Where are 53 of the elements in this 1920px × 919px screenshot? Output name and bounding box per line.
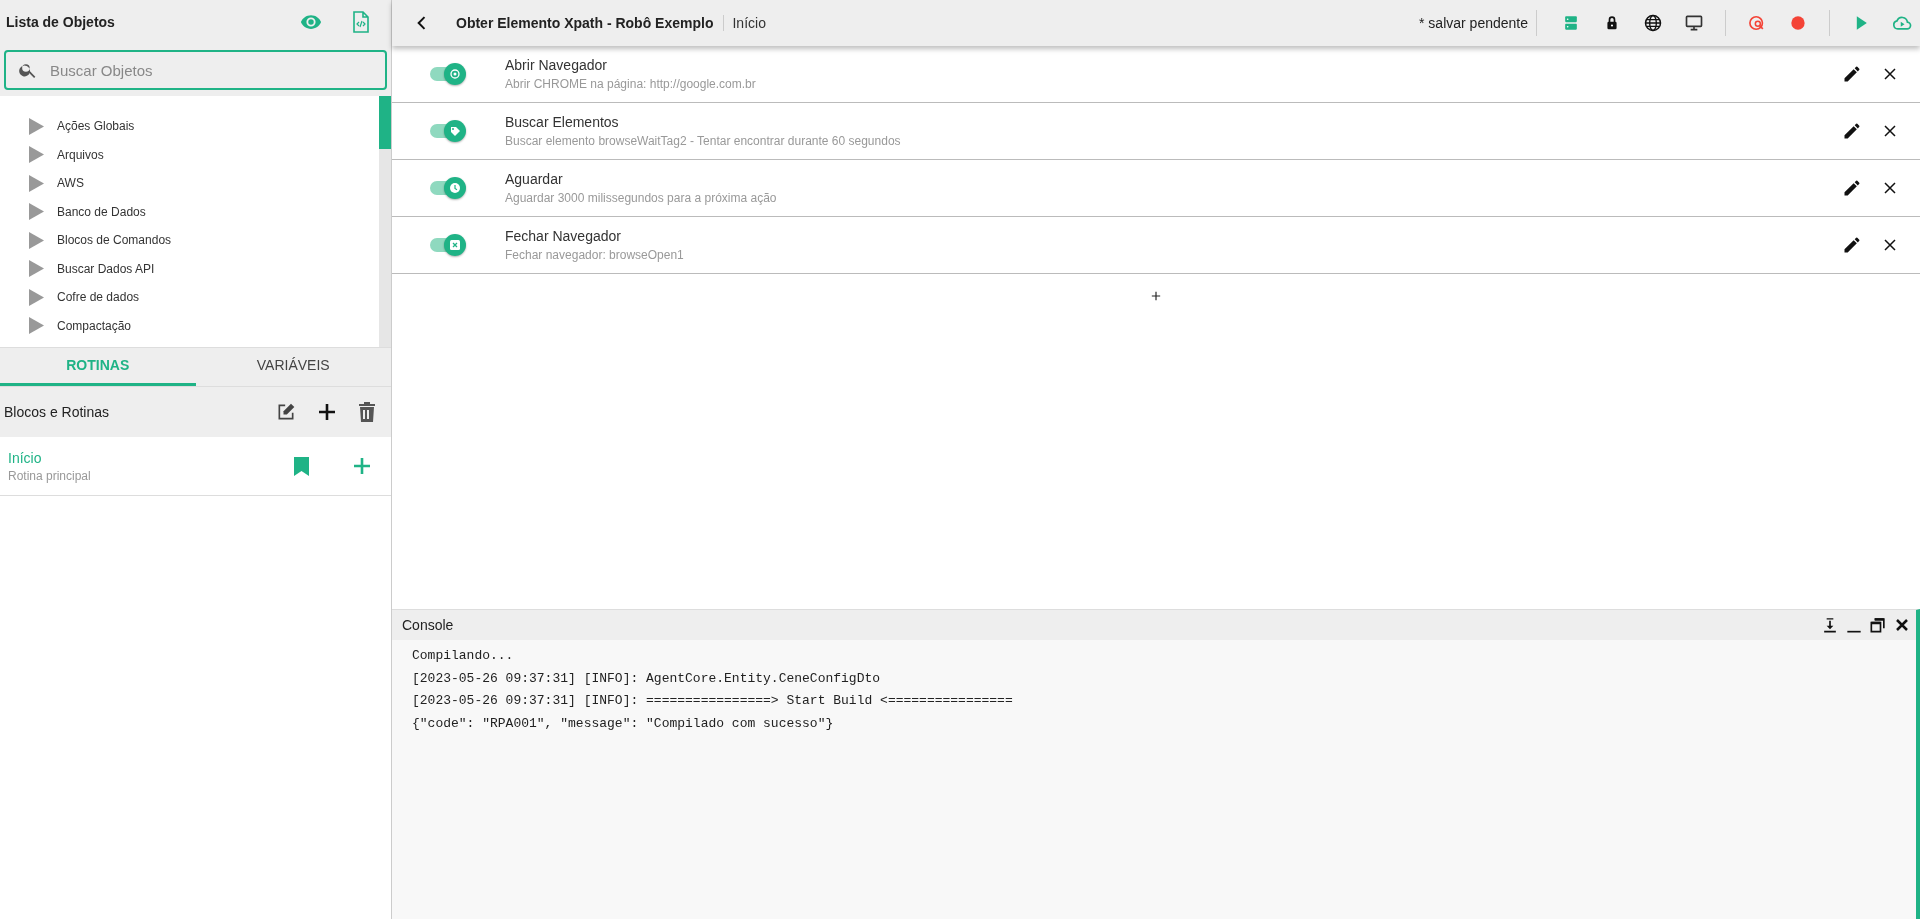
section-title: Blocos e Rotinas [4, 404, 111, 420]
tree-item[interactable]: Arquivos [0, 140, 379, 169]
restore-icon[interactable] [1868, 615, 1888, 635]
console-line: {"code": "RPA001", "message": "Compilado com sucesso"} [412, 714, 835, 733]
console-title: Console [402, 617, 455, 633]
action-title: Abrir Navegador [505, 57, 608, 73]
action-title: Buscar Elementos [505, 114, 620, 130]
tab[interactable]: VARIÁVEIS [195, 348, 391, 386]
tree-item[interactable]: Buscar Dados API [0, 254, 379, 283]
bookmark-icon[interactable] [294, 456, 309, 476]
routine-description: Rotina principal [8, 469, 92, 483]
tree-item[interactable]: Banco de Dados [0, 197, 379, 226]
caret-icon [29, 203, 44, 221]
edit-icon[interactable] [1842, 235, 1862, 255]
edit-icon[interactable] [1842, 64, 1862, 84]
tree-item[interactable]: Ações Globais [0, 112, 379, 141]
panel-title: Lista de Objetos [6, 14, 116, 30]
action-description: Abrir CHROME na página: http://google.com.br [505, 77, 757, 91]
edit-icon[interactable] [276, 402, 296, 422]
action-title: Fechar Navegador [505, 228, 622, 244]
edit-icon[interactable] [1842, 121, 1862, 141]
tree-item[interactable]: AWS [0, 169, 379, 198]
caret-icon [29, 231, 44, 249]
tag-icon [448, 124, 462, 138]
action-description: Buscar elemento browseWaitTag2 - Tentar encontrar durante 60 segundos [505, 134, 902, 148]
trash-icon[interactable] [358, 402, 376, 422]
caret-icon [29, 288, 44, 306]
record-icon[interactable] [1788, 13, 1808, 33]
search-field[interactable]: Buscar Objetos [4, 50, 387, 90]
add-icon[interactable] [318, 403, 336, 421]
caret-icon [29, 317, 44, 335]
globe-icon[interactable] [1643, 13, 1663, 33]
monitor-icon[interactable] [1684, 13, 1704, 33]
console-line: [2023-05-26 09:37:31] [INFO]: AgentCore.Entity.CeneConfigDto [412, 669, 882, 688]
console-line: [2023-05-26 09:37:31] [INFO]: ================> Start Build <================ [412, 692, 1014, 710]
action-title: Aguardar [505, 171, 564, 187]
tree-item[interactable]: Compactação [0, 311, 379, 340]
console-line: Compilando... [412, 647, 515, 665]
caret-icon [29, 260, 44, 278]
caret-icon [29, 146, 44, 164]
caret-icon [29, 174, 44, 192]
scrollbar[interactable] [379, 96, 391, 347]
caret-icon [29, 117, 44, 135]
close-box-icon [448, 238, 462, 252]
robot-title: Obter Elemento Xpath - Robô Exemplo [456, 15, 714, 31]
clock-icon [448, 181, 462, 195]
save-status: * salvar pendente [1419, 10, 1537, 36]
breadcrumb[interactable]: Início [723, 15, 766, 31]
tree-item[interactable]: Cofre de dados [0, 283, 379, 312]
edit-icon[interactable] [1842, 178, 1862, 198]
action-description: Aguardar 3000 milissegundos para a próxima ação [505, 191, 778, 205]
action-description: Fechar navegador: browseOpen1 [505, 248, 685, 262]
tree-item[interactable]: Blocos de Comandos [0, 226, 379, 255]
